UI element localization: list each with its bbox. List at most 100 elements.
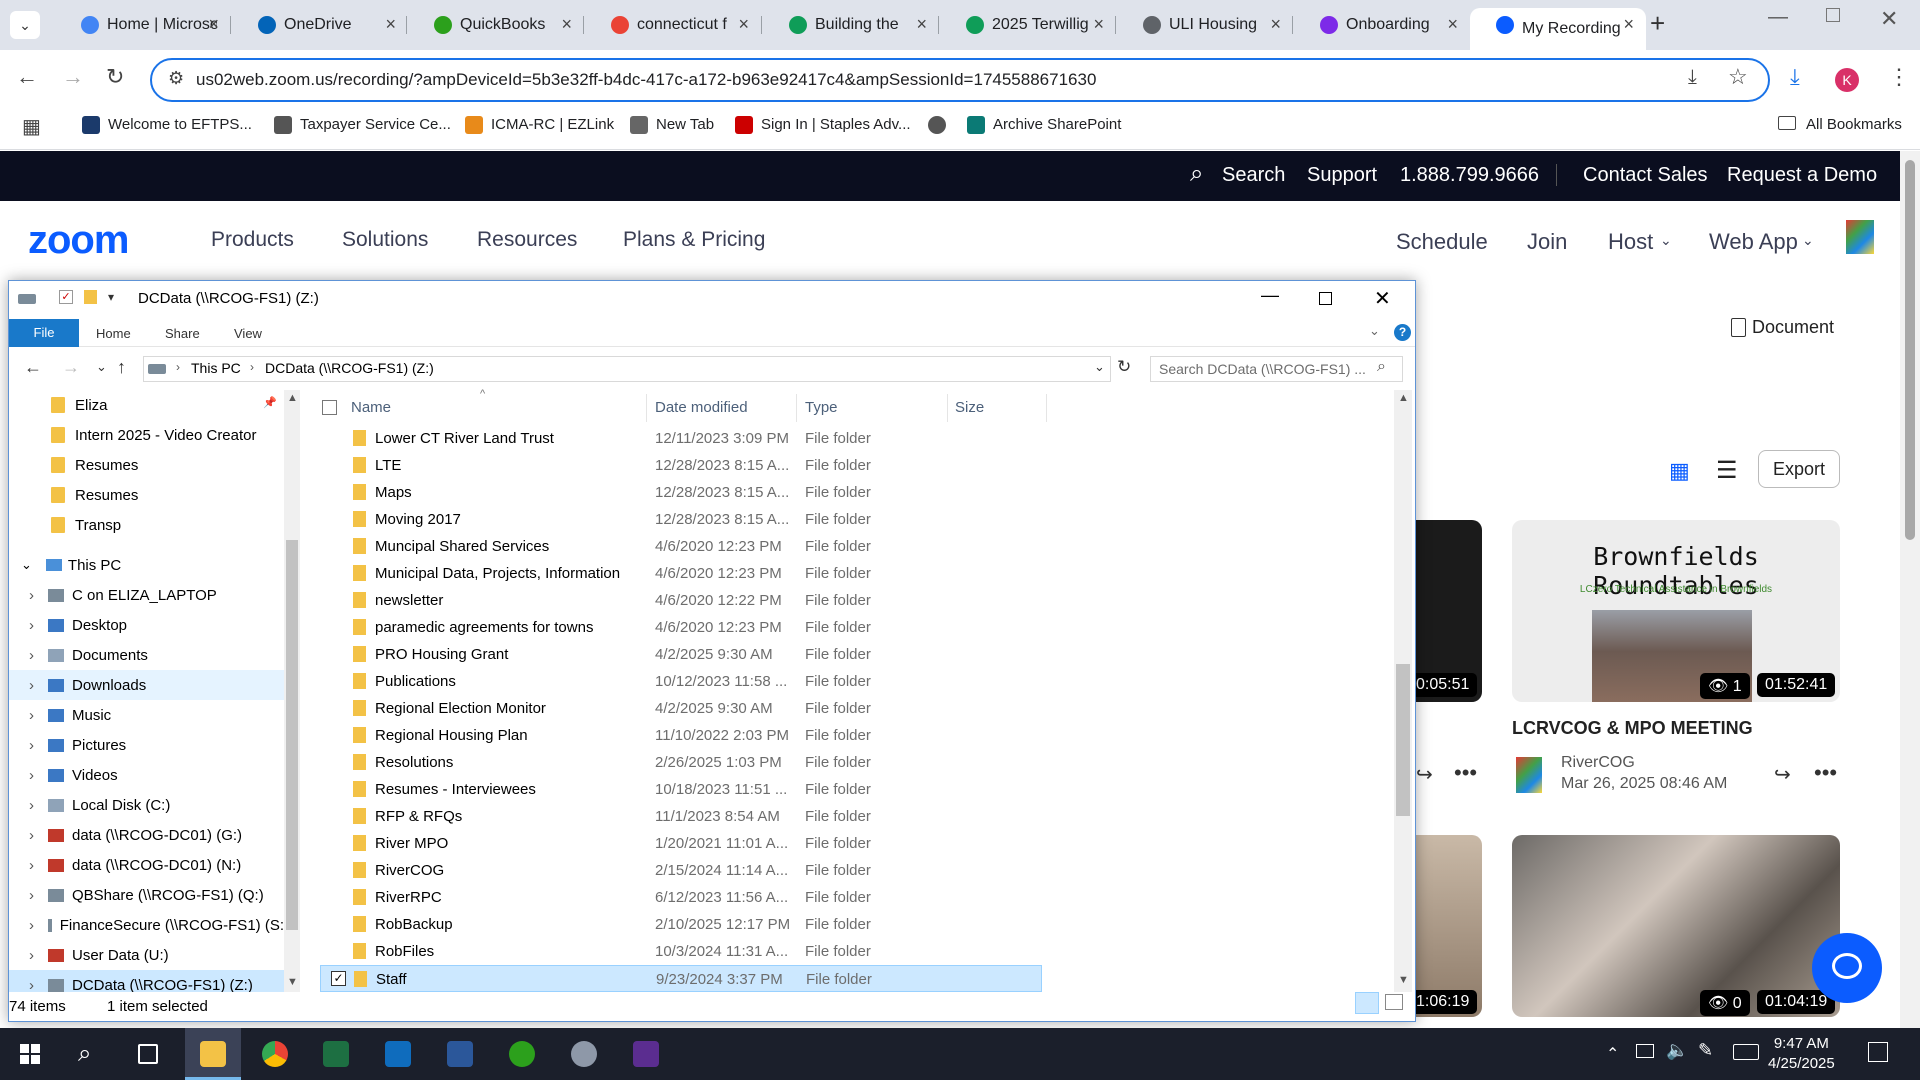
column-header-size[interactable]: Size xyxy=(955,399,984,416)
file-row[interactable]: Muncipal Shared Services 4/6/2020 12:23 P… xyxy=(320,533,1042,560)
expand-chevron-right-icon[interactable]: › xyxy=(29,647,34,664)
contact-sales-link[interactable]: Contact Sales xyxy=(1583,164,1708,187)
explorer-search-icon[interactable]: ⌕ xyxy=(1377,358,1386,376)
file-row[interactable]: RFP & RFQs 11/1/2023 8:54 AM File folder xyxy=(320,803,1042,830)
nav-pc-item[interactable]: › Downloads xyxy=(9,670,284,700)
export-button[interactable]: Export xyxy=(1758,450,1840,488)
expand-chevron-right-icon[interactable]: › xyxy=(29,827,34,844)
nav-pc-item[interactable]: › Desktop xyxy=(9,610,284,640)
expand-chevron-right-icon[interactable]: › xyxy=(29,617,34,634)
quick-access-item[interactable]: Eliza 📌 xyxy=(9,390,277,420)
refresh-icon[interactable]: ↻ xyxy=(1117,357,1131,377)
navigation-scrollbar-thumb[interactable] xyxy=(286,540,298,930)
taskbar-clock[interactable]: 9:47 AM 4/25/2025 xyxy=(1768,1034,1835,1074)
close-tab-icon[interactable]: × xyxy=(385,14,396,35)
navigation-scroll-up-icon[interactable]: ▲ xyxy=(287,392,298,404)
zoom-search-link[interactable]: Search xyxy=(1222,164,1285,187)
expand-chevron-right-icon[interactable]: › xyxy=(29,737,34,754)
nav-pc-item[interactable]: › Documents xyxy=(9,640,284,670)
nav-pc-item[interactable]: › C on ELIZA_LAPTOP xyxy=(9,580,284,610)
expand-chevron-right-icon[interactable]: › xyxy=(29,947,34,964)
file-list-scrollbar-thumb[interactable] xyxy=(1396,664,1410,816)
ribbon-share-tab[interactable]: Share xyxy=(165,326,200,341)
snipping-tool-icon[interactable] xyxy=(571,1041,597,1067)
keyboard-icon[interactable] xyxy=(1733,1044,1759,1060)
list-view-icon[interactable]: ☰ xyxy=(1716,456,1738,485)
browser-tab[interactable]: Building the × xyxy=(763,8,939,42)
close-tab-icon[interactable]: × xyxy=(1623,14,1634,35)
nav-plans-pricing[interactable]: Plans & Pricing xyxy=(623,228,765,252)
expand-chevron-right-icon[interactable]: › xyxy=(29,977,34,993)
outlook-icon[interactable] xyxy=(385,1041,411,1067)
file-row[interactable]: Municipal Data, Projects, Information 4/6… xyxy=(320,560,1042,587)
nav-web-app[interactable]: Web App xyxy=(1709,229,1798,255)
quick-access-item[interactable]: Intern 2025 - Video Creator xyxy=(9,420,257,450)
zoom-logo[interactable]: zoom xyxy=(28,218,129,263)
minimize-window-button[interactable]: — xyxy=(1768,6,1788,29)
file-row[interactable]: Regional Housing Plan 11/10/2022 2:03 PM F… xyxy=(320,722,1042,749)
file-row[interactable]: LTE 12/28/2023 8:15 A... File folder xyxy=(320,452,1042,479)
url-text[interactable]: us02web.zoom.us/recording/?ampDeviceId=5… xyxy=(196,70,1096,90)
zoom-support-link[interactable]: Support xyxy=(1307,164,1377,187)
nav-pc-item[interactable]: › Pictures xyxy=(9,730,284,760)
profile-avatar[interactable]: K xyxy=(1835,68,1859,92)
pen-icon[interactable]: ✎ xyxy=(1698,1040,1713,1061)
account-avatar[interactable] xyxy=(1846,220,1874,254)
quick-access-item[interactable]: Transp xyxy=(9,510,121,540)
windows-start-icon[interactable] xyxy=(20,1044,40,1064)
all-bookmarks-link[interactable]: All Bookmarks xyxy=(1806,116,1902,133)
reload-icon[interactable]: ↻ xyxy=(106,64,124,90)
nav-this-pc[interactable]: ⌄ This PC xyxy=(9,550,121,580)
expand-chevron-right-icon[interactable]: › xyxy=(29,707,34,724)
forward-icon[interactable]: → xyxy=(62,64,84,90)
file-row[interactable]: paramedic agreements for towns 4/6/2020 1… xyxy=(320,614,1042,641)
task-view-icon[interactable] xyxy=(138,1044,158,1064)
row-checkbox[interactable]: ✓ xyxy=(331,971,346,986)
bookmark-link[interactable]: Welcome to EFTPS... xyxy=(80,116,252,134)
share-icon[interactable]: ↪ xyxy=(1416,762,1433,787)
browser-tab[interactable]: My Recording × xyxy=(1470,8,1646,50)
pin-icon[interactable]: 📌 xyxy=(263,396,277,409)
browser-tab[interactable]: Onboarding × xyxy=(1294,8,1470,42)
restore-window-button[interactable] xyxy=(1826,8,1840,22)
file-row[interactable]: Regional Election Monitor 4/2/2025 9:30 A… xyxy=(320,695,1042,722)
network-icon[interactable] xyxy=(1636,1044,1654,1058)
file-row[interactable]: River MPO 1/20/2021 11:01 A... File folder xyxy=(320,830,1042,857)
customize-toolbar-icon[interactable]: ▾ xyxy=(108,290,114,304)
explorer-search-input[interactable]: Search DCData (\\RCOG-FS1) ... xyxy=(1150,356,1403,382)
select-all-checkbox[interactable] xyxy=(322,400,337,415)
expand-chevron-right-icon[interactable]: › xyxy=(29,857,34,874)
taskbar-search-icon[interactable]: ⌕ xyxy=(78,1040,91,1068)
more-options-icon[interactable]: ••• xyxy=(1454,760,1477,786)
breadcrumb-this-pc[interactable]: This PC xyxy=(191,360,241,376)
explorer-minimize-button[interactable]: — xyxy=(1261,285,1279,306)
file-list-scroll-down-icon[interactable]: ▼ xyxy=(1398,974,1409,986)
word-icon[interactable] xyxy=(447,1041,473,1067)
nav-pc-item[interactable]: › data (\\RCOG-DC01) (N:) xyxy=(9,850,284,880)
navigation-scroll-down-icon[interactable]: ▼ xyxy=(287,976,298,988)
expand-chevron-right-icon[interactable]: › xyxy=(29,587,34,604)
bookmark-link[interactable]: Archive SharePoint xyxy=(965,116,1121,134)
file-row[interactable]: RiverRPC 6/12/2023 11:56 A... File folder xyxy=(320,884,1042,911)
browser-tab[interactable]: connecticut f × xyxy=(585,8,761,42)
file-row[interactable]: Lower CT River Land Trust 12/11/2023 3:09… xyxy=(320,425,1042,452)
column-header-date-modified[interactable]: Date modified xyxy=(655,399,748,416)
address-history-chevron-down-icon[interactable]: ⌄ xyxy=(1094,359,1105,375)
browser-tab[interactable]: 2025 Terwillig × xyxy=(940,8,1116,42)
nav-pc-item[interactable]: › Music xyxy=(9,700,284,730)
recording-title[interactable]: LCRVCOG & MPO MEETING xyxy=(1512,718,1753,739)
bookmark-link[interactable]: New Tab xyxy=(628,116,714,134)
quick-access-item[interactable]: Resumes xyxy=(9,450,138,480)
chrome-icon[interactable] xyxy=(262,1041,288,1067)
back-icon[interactable]: ← xyxy=(16,64,38,90)
search-icon[interactable]: ⌕ xyxy=(1190,160,1203,188)
close-tab-icon[interactable]: × xyxy=(208,14,219,35)
volume-icon[interactable]: 🔈 xyxy=(1666,1040,1688,1061)
downloads-icon[interactable]: ⤓ xyxy=(1790,64,1800,90)
close-tab-icon[interactable]: × xyxy=(1447,14,1458,35)
file-row[interactable]: RobFiles 10/3/2024 11:31 A... File folder xyxy=(320,938,1042,965)
nav-pc-item[interactable]: › QBShare (\\RCOG-FS1) (Q:) xyxy=(9,880,284,910)
new-tab-button[interactable]: + xyxy=(1650,8,1665,39)
notifications-icon[interactable] xyxy=(1868,1042,1888,1062)
explorer-back-icon[interactable]: ← xyxy=(24,357,42,378)
